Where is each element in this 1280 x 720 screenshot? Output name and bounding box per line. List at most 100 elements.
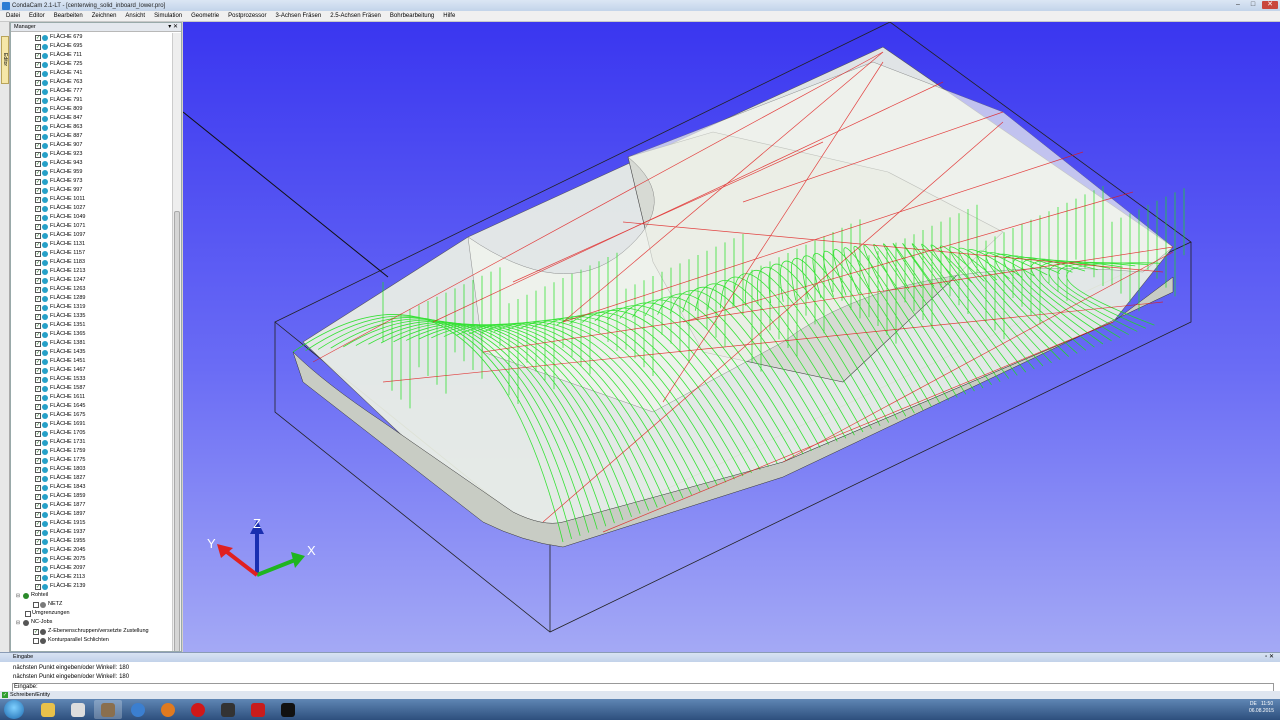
visibility-checkbox[interactable]: ✓ [35, 268, 41, 275]
visibility-checkbox[interactable]: ✓ [35, 538, 41, 545]
tree-item-surface[interactable]: ✓ FLÄCHE 1183 [11, 258, 173, 267]
visibility-checkbox[interactable]: ✓ [35, 124, 41, 131]
tree-item-surface[interactable]: ✓ FLÄCHE 1351 [11, 321, 173, 330]
tree-item-rohteil[interactable]: ⊟ Rohteil [11, 591, 173, 600]
tree-item-surface[interactable]: ✓ FLÄCHE 1027 [11, 204, 173, 213]
tree-item-surface[interactable]: ✓ FLÄCHE 1587 [11, 384, 173, 393]
taskbar-app2-icon[interactable] [274, 700, 302, 719]
visibility-checkbox[interactable]: ✓ [35, 421, 41, 428]
visibility-checkbox[interactable]: ✓ [35, 214, 41, 221]
visibility-checkbox[interactable]: ✓ [35, 241, 41, 248]
visibility-checkbox[interactable]: ✓ [35, 187, 41, 194]
visibility-checkbox[interactable]: ✓ [35, 52, 41, 59]
visibility-checkbox[interactable]: ✓ [35, 376, 41, 383]
tree-item-surface[interactable]: ✓ FLÄCHE 791 [11, 96, 173, 105]
tree-item-surface[interactable]: ✓ FLÄCHE 725 [11, 60, 173, 69]
visibility-checkbox[interactable]: ✓ [35, 250, 41, 257]
collapse-toggle[interactable]: ⊟ [15, 593, 21, 599]
tree-item-surface[interactable]: ✓ FLÄCHE 1955 [11, 537, 173, 546]
visibility-checkbox[interactable]: ✓ [35, 133, 41, 140]
tree-item-surface[interactable]: ✓ FLÄCHE 959 [11, 168, 173, 177]
tree-item-surface[interactable]: ✓ FLÄCHE 847 [11, 114, 173, 123]
input-panel-close[interactable]: ▫ ✕ [1265, 653, 1274, 662]
visibility-checkbox[interactable]: ✓ [35, 70, 41, 77]
tree-item-surface[interactable]: ✓ FLÄCHE 1803 [11, 465, 173, 474]
tree-item-surface[interactable]: ✓ FLÄCHE 1247 [11, 276, 173, 285]
maximize-button[interactable]: □ [1247, 1, 1259, 9]
taskbar-acrobat-icon[interactable] [244, 700, 272, 719]
visibility-checkbox[interactable]: ✓ [35, 475, 41, 482]
tree-item-surface[interactable]: ✓ FLÄCHE 1097 [11, 231, 173, 240]
tree-item-surface[interactable]: ✓ FLÄCHE 2045 [11, 546, 173, 555]
tree-item-surface[interactable]: ✓ FLÄCHE 1937 [11, 528, 173, 537]
taskbar-x-icon[interactable] [64, 700, 92, 719]
visibility-checkbox[interactable]: ✓ [35, 520, 41, 527]
tree-item-surface[interactable]: ✓ FLÄCHE 1435 [11, 348, 173, 357]
tree-item-surface[interactable]: ✓ FLÄCHE 923 [11, 150, 173, 159]
tree-item-surface[interactable]: ✓ FLÄCHE 1263 [11, 285, 173, 294]
tree-item-surface[interactable]: ✓ FLÄCHE 907 [11, 141, 173, 150]
visibility-checkbox[interactable]: ✓ [35, 106, 41, 113]
tree-item-surface[interactable]: ✓ FLÄCHE 1705 [11, 429, 173, 438]
visibility-checkbox[interactable]: ✓ [35, 367, 41, 374]
visibility-checkbox[interactable]: ✓ [35, 277, 41, 284]
tree-item-job[interactable]: ✓ Z-Ebenenschruppen/versetzte Zustellung [11, 627, 173, 636]
visibility-checkbox[interactable]: ✓ [35, 547, 41, 554]
tree-item-surface[interactable]: ✓ FLÄCHE 1827 [11, 474, 173, 483]
menu-item[interactable]: Simulation [154, 13, 182, 19]
tree-item-surface[interactable]: ✓ FLÄCHE 1365 [11, 330, 173, 339]
tree-item-surface[interactable]: ✓ FLÄCHE 1877 [11, 501, 173, 510]
visibility-checkbox[interactable]: ✓ [35, 322, 41, 329]
tree-item-surface[interactable]: ✓ FLÄCHE 997 [11, 186, 173, 195]
start-button[interactable] [4, 700, 24, 719]
tree-item-netz[interactable]: NETZ [11, 600, 173, 609]
visibility-checkbox[interactable]: ✓ [35, 331, 41, 338]
visibility-checkbox[interactable]: ✓ [35, 97, 41, 104]
tree-item-surface[interactable]: ✓ FLÄCHE 1691 [11, 420, 173, 429]
visibility-checkbox[interactable]: ✓ [35, 205, 41, 212]
tree-item-surface[interactable]: ✓ FLÄCHE 763 [11, 78, 173, 87]
menu-item[interactable]: Postprozessor [228, 13, 266, 19]
menu-item[interactable]: Editor [29, 13, 45, 19]
taskbar-firefox-icon[interactable] [154, 700, 182, 719]
tree-item-surface[interactable]: ✓ FLÄCHE 1915 [11, 519, 173, 528]
tree-item-surface[interactable]: ✓ FLÄCHE 2097 [11, 564, 173, 573]
close-button[interactable]: ✕ [1262, 1, 1278, 9]
tree-item-surface[interactable]: ✓ FLÄCHE 1381 [11, 339, 173, 348]
visibility-checkbox[interactable]: ✓ [35, 79, 41, 86]
visibility-checkbox[interactable]: ✓ [35, 574, 41, 581]
3d-viewport[interactable]: Z X Y [183, 22, 1280, 652]
tree-item-surface[interactable]: ✓ FLÄCHE 1775 [11, 456, 173, 465]
visibility-checkbox[interactable]: ✓ [35, 493, 41, 500]
visibility-checkbox[interactable]: ✓ [35, 457, 41, 464]
visibility-checkbox[interactable]: ✓ [35, 385, 41, 392]
visibility-checkbox[interactable]: ✓ [35, 151, 41, 158]
visibility-checkbox[interactable]: ✓ [35, 484, 41, 491]
taskbar-thunderbird-icon[interactable] [124, 700, 152, 719]
tree-item-ncjobs[interactable]: ⊟ NC-Jobs [11, 618, 173, 627]
tree-item-surface[interactable]: ✓ FLÄCHE 1335 [11, 312, 173, 321]
visibility-checkbox[interactable]: ✓ [35, 304, 41, 311]
tree-item-surface[interactable]: ✓ FLÄCHE 1645 [11, 402, 173, 411]
visibility-checkbox[interactable]: ✓ [35, 439, 41, 446]
tree-item-surface[interactable]: ✓ FLÄCHE 1451 [11, 357, 173, 366]
tree-item-surface[interactable]: ✓ FLÄCHE 973 [11, 177, 173, 186]
tree-item-surface[interactable]: ✓ FLÄCHE 1011 [11, 195, 173, 204]
taskbar-explorer-icon[interactable] [34, 700, 62, 719]
minimize-button[interactable]: – [1232, 1, 1244, 9]
visibility-checkbox[interactable] [33, 601, 39, 608]
menu-item[interactable]: Zeichnen [92, 13, 117, 19]
menu-item[interactable]: Geometrie [191, 13, 219, 19]
tree-item-surface[interactable]: ✓ FLÄCHE 2113 [11, 573, 173, 582]
taskbar-app-icon[interactable] [214, 700, 242, 719]
tree-item-surface[interactable]: ✓ FLÄCHE 1611 [11, 393, 173, 402]
visibility-checkbox[interactable]: ✓ [35, 556, 41, 563]
scrollbar-thumb[interactable] [174, 211, 180, 651]
visibility-checkbox[interactable] [25, 610, 31, 617]
taskbar-opera-icon[interactable] [184, 700, 212, 719]
tree-item-surface[interactable]: ✓ FLÄCHE 1213 [11, 267, 173, 276]
visibility-checkbox[interactable]: ✓ [35, 583, 41, 590]
tree-item-umgrenzungen[interactable]: Umgrenzungen [11, 609, 173, 618]
tree-item-surface[interactable]: ✓ FLÄCHE 1071 [11, 222, 173, 231]
visibility-checkbox[interactable]: ✓ [35, 43, 41, 50]
